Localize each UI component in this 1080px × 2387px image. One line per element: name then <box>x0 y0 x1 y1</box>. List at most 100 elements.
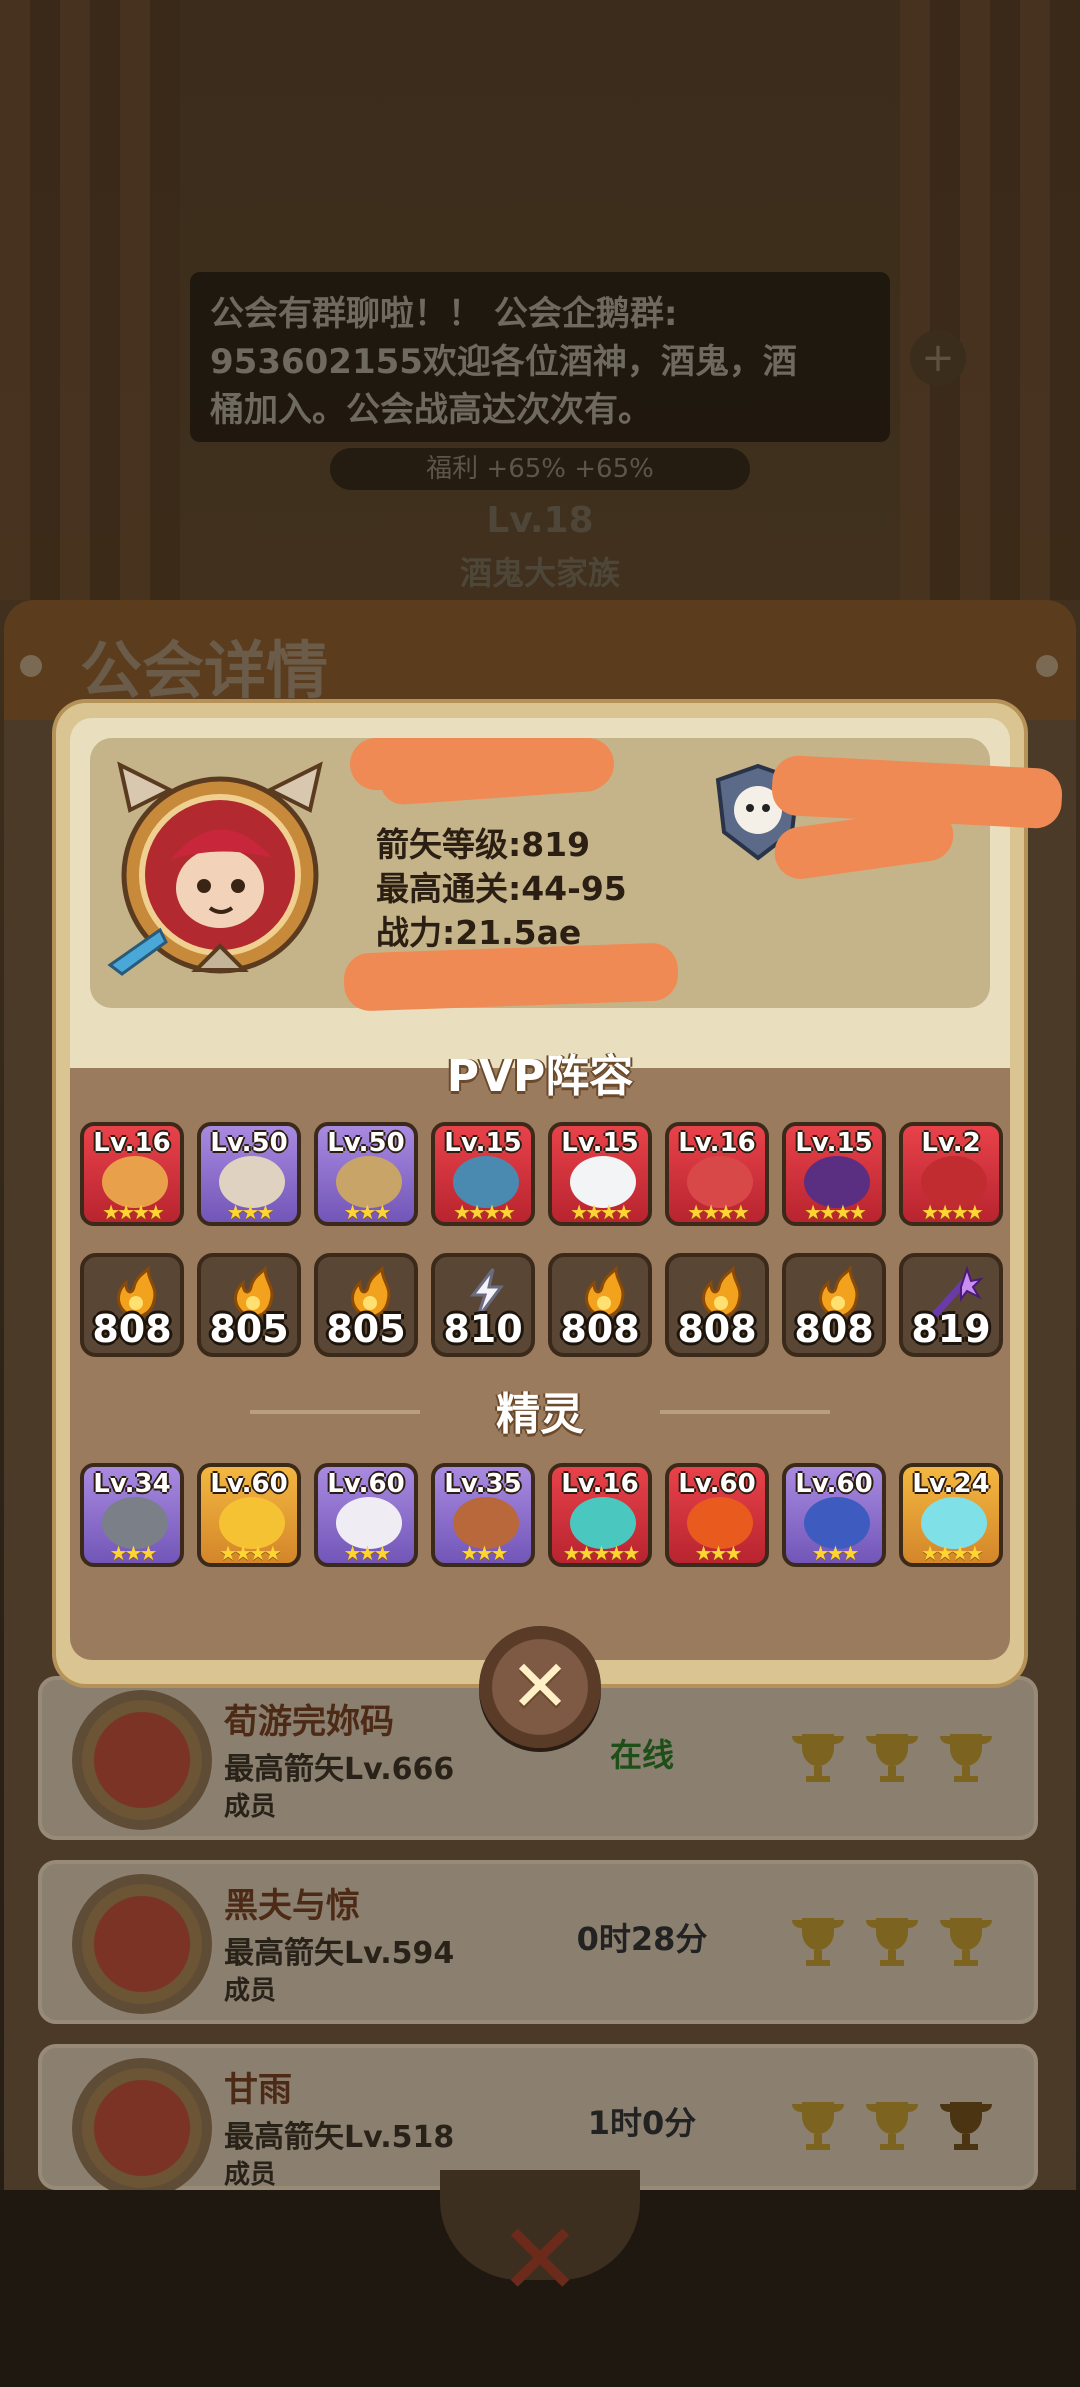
member-name: 甘雨 <box>224 2070 292 2110</box>
arrow-level: 箭矢等级:819 <box>376 825 591 864</box>
guild-notice-line: 桶加入。公会战高达次次有。 <box>210 390 652 430</box>
member-status: 0时28分 <box>576 1920 708 1958</box>
member-row[interactable]: 甘雨 最高箭矢Lv.518 成员 1时0分 <box>38 2044 1038 2198</box>
member-best-arrow: 最高箭矢Lv.666 <box>224 1752 455 1787</box>
hero-level: Lv.50 <box>210 1128 288 1158</box>
trophy-icon <box>792 2102 844 2150</box>
member-status: 1时0分 <box>587 2104 697 2142</box>
hero-tile[interactable]: Lv.16 ★★★★ <box>80 1122 184 1226</box>
hero-tile[interactable]: Lv.15 ★★★★ <box>548 1122 652 1226</box>
spirit-tile[interactable]: Lv.60 ★★★ <box>782 1463 886 1567</box>
hero-tile[interactable]: Lv.50 ★★★ <box>314 1122 418 1226</box>
hero-stars: ★★★ <box>226 1200 275 1224</box>
hero-stars: ★★★ <box>343 1200 392 1224</box>
trophy-icon <box>866 1734 918 1782</box>
gear-level: 808 <box>560 1307 640 1351</box>
spirits-title: 精灵 <box>496 1389 584 1440</box>
spirit-tile[interactable]: Lv.35 ★★★ <box>431 1463 535 1567</box>
close-button[interactable]: ✕ <box>479 1626 601 1748</box>
hero-level: Lv.15 <box>795 1128 873 1158</box>
gear-level: 808 <box>677 1307 757 1351</box>
gear-tile[interactable]: 810 <box>431 1253 535 1357</box>
gear-tile[interactable]: 808 <box>665 1253 769 1357</box>
member-role: 成员 <box>224 1976 277 2006</box>
spirit-tile[interactable]: Lv.24 ★★★★ <box>899 1463 1003 1567</box>
trophy-icon <box>866 2102 918 2150</box>
spirit-tile[interactable]: Lv.60 ★★★ <box>314 1463 418 1567</box>
member-name: 黑夫与惊 <box>224 1886 360 1926</box>
hero-level: Lv.15 <box>444 1128 522 1158</box>
hero-stars: ★★★★ <box>570 1200 633 1224</box>
guild-notice: 公会有群聊啦！！ 公会企鹅群: 953602155欢迎各位酒神，酒鬼，酒 桶加入… <box>190 272 890 442</box>
gear-level: 819 <box>911 1307 991 1351</box>
guild-notice-line: 953602155欢迎各位酒神，酒鬼，酒 <box>210 342 797 382</box>
gear-tile[interactable]: 808 <box>548 1253 652 1357</box>
spirit-tile[interactable]: Lv.16 ★★★★★ <box>548 1463 652 1567</box>
spirit-stars: ★★★★★ <box>562 1541 641 1565</box>
guild-detail-title: 公会详情 <box>80 634 329 707</box>
gear-level: 808 <box>92 1307 172 1351</box>
spirit-tile[interactable]: Lv.34 ★★★ <box>80 1463 184 1567</box>
player-avatar[interactable] <box>100 760 340 990</box>
gear-tile[interactable]: 805 <box>197 1253 301 1357</box>
member-avatar <box>72 1874 212 2014</box>
member-avatar <box>72 2058 212 2198</box>
close-icon: ✕ <box>509 1644 571 1728</box>
gear-level: 810 <box>443 1307 523 1351</box>
spirit-level: Lv.60 <box>795 1469 873 1499</box>
member-avatar <box>72 1690 212 1830</box>
hero-level: Lv.15 <box>561 1128 639 1158</box>
spirit-stars: ★★★ <box>109 1541 158 1565</box>
hero-tile[interactable]: Lv.16 ★★★★ <box>665 1122 769 1226</box>
gear-level: 808 <box>794 1307 874 1351</box>
spirit-stars: ★★★ <box>811 1541 860 1565</box>
spirit-level: Lv.60 <box>327 1469 405 1499</box>
trophy-icon <box>792 1918 844 1966</box>
hero-tile[interactable]: Lv.15 ★★★★ <box>431 1122 535 1226</box>
hero-stars: ★★★★ <box>804 1200 867 1224</box>
guild-level: Lv.18 <box>486 500 594 541</box>
gear-level: 805 <box>209 1307 289 1351</box>
trophy-icon <box>940 1918 992 1966</box>
guild-name: 酒鬼大家族 <box>459 554 620 592</box>
spirit-stars: ★★★★ <box>219 1541 282 1565</box>
hero-stars: ★★★★ <box>687 1200 750 1224</box>
hero-tile[interactable]: Lv.2 ★★★★ <box>899 1122 1003 1226</box>
spirit-stars: ★★★★ <box>921 1541 984 1565</box>
hero-level: Lv.50 <box>327 1128 405 1158</box>
spirit-level: Lv.34 <box>93 1469 171 1499</box>
hero-level: Lv.16 <box>93 1128 171 1158</box>
gear-tile[interactable]: 808 <box>80 1253 184 1357</box>
header-bolt-icon <box>20 655 42 677</box>
bottom-close-icon[interactable]: ✕ <box>490 2210 590 2310</box>
notice-plus-icon: + <box>910 330 966 386</box>
guild-notice-line: 公会有群聊啦！！ 公会企鹅群: <box>210 294 678 334</box>
member-best-arrow: 最高箭矢Lv.594 <box>224 1936 455 1971</box>
hero-stars: ★★★★ <box>921 1200 984 1224</box>
hero-stars: ★★★★ <box>453 1200 516 1224</box>
trophy-icon <box>792 1734 844 1782</box>
spirit-tile[interactable]: Lv.60 ★★★ <box>665 1463 769 1567</box>
guild-bonus-pill: 福利 +65% +65% <box>330 448 750 490</box>
member-role: 成员 <box>224 2160 277 2190</box>
spirit-stars: ★★★ <box>694 1541 743 1565</box>
spirit-tile[interactable]: Lv.60 ★★★★ <box>197 1463 301 1567</box>
spirit-level: Lv.24 <box>912 1469 990 1499</box>
pvp-lineup-title: PVP阵容 <box>446 1051 634 1102</box>
hero-tile[interactable]: Lv.15 ★★★★ <box>782 1122 886 1226</box>
hero-level: Lv.16 <box>678 1128 756 1158</box>
header-bolt-icon <box>1036 655 1058 677</box>
spirit-level: Lv.60 <box>678 1469 756 1499</box>
trophy-icon <box>866 1918 918 1966</box>
gear-tile[interactable]: 805 <box>314 1253 418 1357</box>
spirit-level: Lv.35 <box>444 1469 522 1499</box>
gear-tile[interactable]: 819 <box>899 1253 1003 1357</box>
spirit-stars: ★★★ <box>343 1541 392 1565</box>
gear-tile[interactable]: 808 <box>782 1253 886 1357</box>
member-row[interactable]: 黑夫与惊 最高箭矢Lv.594 成员 0时28分 <box>38 1860 1038 2024</box>
hero-level: Lv.2 <box>921 1128 981 1158</box>
member-best-arrow: 最高箭矢Lv.518 <box>224 2120 455 2155</box>
hero-tile[interactable]: Lv.50 ★★★ <box>197 1122 301 1226</box>
member-role: 成员 <box>224 1792 277 1822</box>
spirit-level: Lv.16 <box>561 1469 639 1499</box>
